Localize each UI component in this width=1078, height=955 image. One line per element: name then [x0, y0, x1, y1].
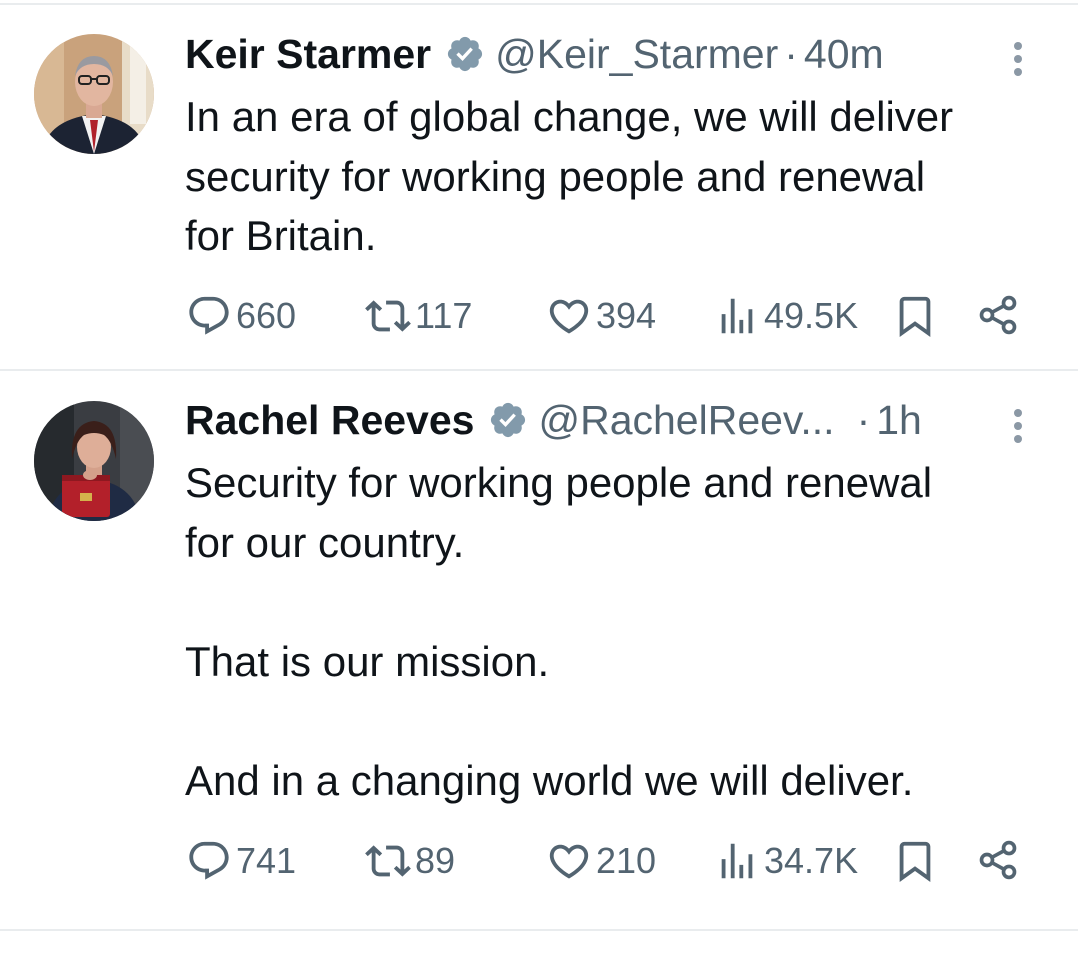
verified-badge-icon: [448, 36, 483, 72]
share-button[interactable]: [976, 293, 1020, 337]
author-name[interactable]: Keir Starmer: [185, 30, 431, 78]
more-vertical-icon[interactable]: [1008, 38, 1028, 78]
tweet[interactable]: Rachel Reeves @RachelReev... · 1h Securi…: [0, 371, 1078, 929]
tweet-actions: 741 89 210 34.7K: [0, 838, 1078, 888]
like-button[interactable]: 210: [546, 838, 656, 884]
like-count: 210: [596, 840, 657, 881]
bookmark-button[interactable]: [892, 293, 938, 339]
verified-badge-icon: [491, 402, 526, 438]
author-name[interactable]: Rachel Reeves: [185, 396, 474, 444]
like-count: 394: [596, 295, 657, 336]
tweet-header: Rachel Reeves @RachelReev... · 1h: [185, 396, 922, 444]
timestamp[interactable]: 40m: [804, 30, 884, 78]
reply-icon: [189, 841, 229, 880]
repost-icon: [365, 845, 411, 877]
like-button[interactable]: 394: [546, 293, 656, 339]
reply-count: 741: [236, 840, 297, 881]
tweet-text: In an era of global change, we will deli…: [185, 93, 954, 259]
share-icon: [979, 295, 1017, 335]
more-vertical-icon[interactable]: [1008, 405, 1028, 445]
reply-icon: [189, 296, 229, 335]
tweet-actions: 660 117 394 49.5K: [0, 293, 1078, 343]
repost-button[interactable]: 117: [365, 293, 472, 339]
bottom-divider: [0, 929, 1078, 931]
avatar[interactable]: [34, 34, 154, 154]
views-button[interactable]: 34.7K: [714, 838, 858, 884]
views-icon: [721, 843, 753, 879]
repost-count: 89: [415, 840, 456, 881]
repost-icon: [365, 300, 411, 332]
author-handle[interactable]: @RachelReev...: [538, 396, 834, 444]
views-icon: [721, 298, 753, 334]
views-count: 49.5K: [764, 295, 859, 336]
separator-dot: ·: [784, 31, 798, 77]
repost-button[interactable]: 89: [365, 838, 455, 884]
views-button[interactable]: 49.5K: [714, 293, 858, 339]
reply-button[interactable]: 741: [186, 838, 296, 884]
bookmark-button[interactable]: [892, 838, 938, 884]
timestamp[interactable]: 1h: [876, 396, 922, 444]
views-count: 34.7K: [764, 840, 859, 881]
tweet-header: Keir Starmer @Keir_Starmer · 40m: [185, 30, 884, 78]
bookmark-icon: [899, 296, 931, 337]
author-handle[interactable]: @Keir_Starmer: [495, 30, 778, 78]
tweet-text: Security for working people and renewal …: [185, 459, 933, 804]
reply-button[interactable]: 660: [186, 293, 296, 339]
heart-icon: [549, 844, 589, 879]
reply-count: 660: [236, 295, 297, 336]
separator-dot: ·: [856, 397, 871, 443]
tweet[interactable]: Keir Starmer @Keir_Starmer · 40m In an e…: [0, 0, 1078, 369]
bookmark-icon: [899, 841, 931, 882]
repost-count: 117: [415, 295, 473, 336]
share-button[interactable]: [976, 838, 1020, 882]
heart-icon: [549, 299, 589, 334]
share-icon: [979, 840, 1017, 880]
avatar[interactable]: [34, 401, 154, 521]
